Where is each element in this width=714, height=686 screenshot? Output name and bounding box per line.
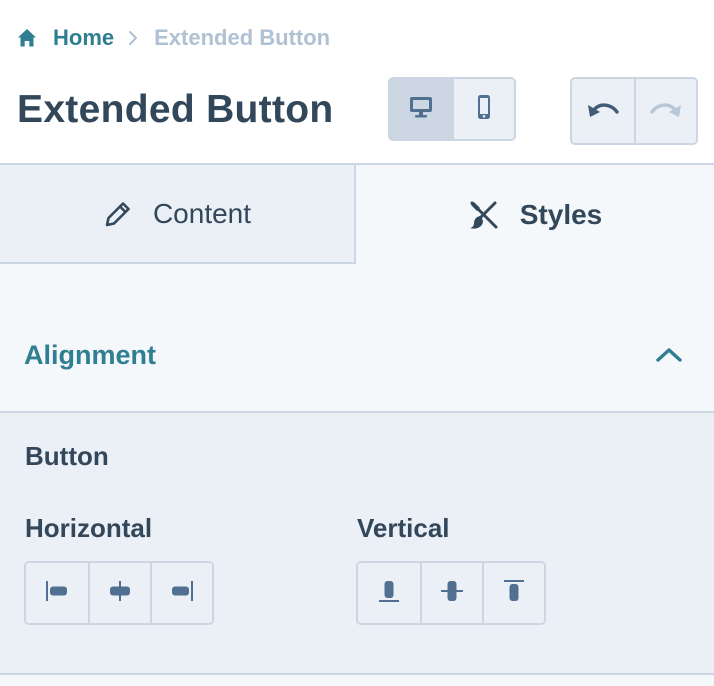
align-center-horizontal-icon — [107, 578, 133, 609]
accordion-title: Alignment — [24, 339, 156, 370]
alignment-accordion-toggle[interactable]: Alignment — [0, 302, 714, 412]
mobile-icon — [476, 94, 492, 125]
breadcrumb-current: Extended Button — [154, 25, 331, 50]
undo-button[interactable] — [572, 79, 634, 143]
align-right-button[interactable] — [150, 563, 212, 623]
desktop-icon — [408, 95, 434, 124]
align-bottom-button[interactable] — [358, 563, 420, 623]
pencil-icon — [103, 199, 133, 229]
brush-icon — [468, 199, 500, 231]
tab-styles[interactable]: Styles — [356, 165, 714, 264]
align-middle-vertical-icon — [439, 578, 465, 609]
section-label-button: Button — [25, 441, 109, 471]
undo-icon — [586, 98, 620, 125]
next-section-bg — [0, 675, 714, 686]
redo-icon — [649, 98, 683, 125]
vertical-alignment-group — [356, 561, 546, 625]
vertical-label: Vertical — [357, 513, 450, 543]
tab-styles-label: Styles — [519, 198, 603, 230]
chevron-right-icon — [128, 30, 138, 46]
tab-content[interactable]: Content — [0, 165, 356, 264]
desktop-preview-button[interactable] — [390, 79, 452, 139]
editor-tabs: Content Styles — [0, 165, 714, 264]
align-center-horizontal-button[interactable] — [88, 563, 150, 623]
chevron-up-icon — [656, 347, 682, 368]
align-top-button[interactable] — [482, 563, 544, 623]
align-middle-vertical-button[interactable] — [420, 563, 482, 623]
align-bottom-icon — [376, 578, 402, 609]
device-toggle — [388, 77, 516, 141]
align-left-button[interactable] — [26, 563, 88, 623]
align-top-icon — [501, 578, 527, 609]
breadcrumb: Home Extended Button — [17, 24, 330, 52]
horizontal-alignment-group — [24, 561, 214, 625]
align-right-icon — [169, 578, 195, 609]
breadcrumb-home-link[interactable]: Home — [53, 25, 114, 51]
align-left-icon — [44, 578, 70, 609]
mobile-preview-button[interactable] — [452, 79, 514, 139]
history-controls — [570, 77, 698, 145]
redo-button[interactable] — [634, 79, 696, 143]
horizontal-label: Horizontal — [25, 513, 153, 543]
home-icon[interactable] — [17, 27, 39, 49]
tab-content-label: Content — [152, 197, 252, 229]
page-title: Extended Button — [17, 88, 334, 131]
